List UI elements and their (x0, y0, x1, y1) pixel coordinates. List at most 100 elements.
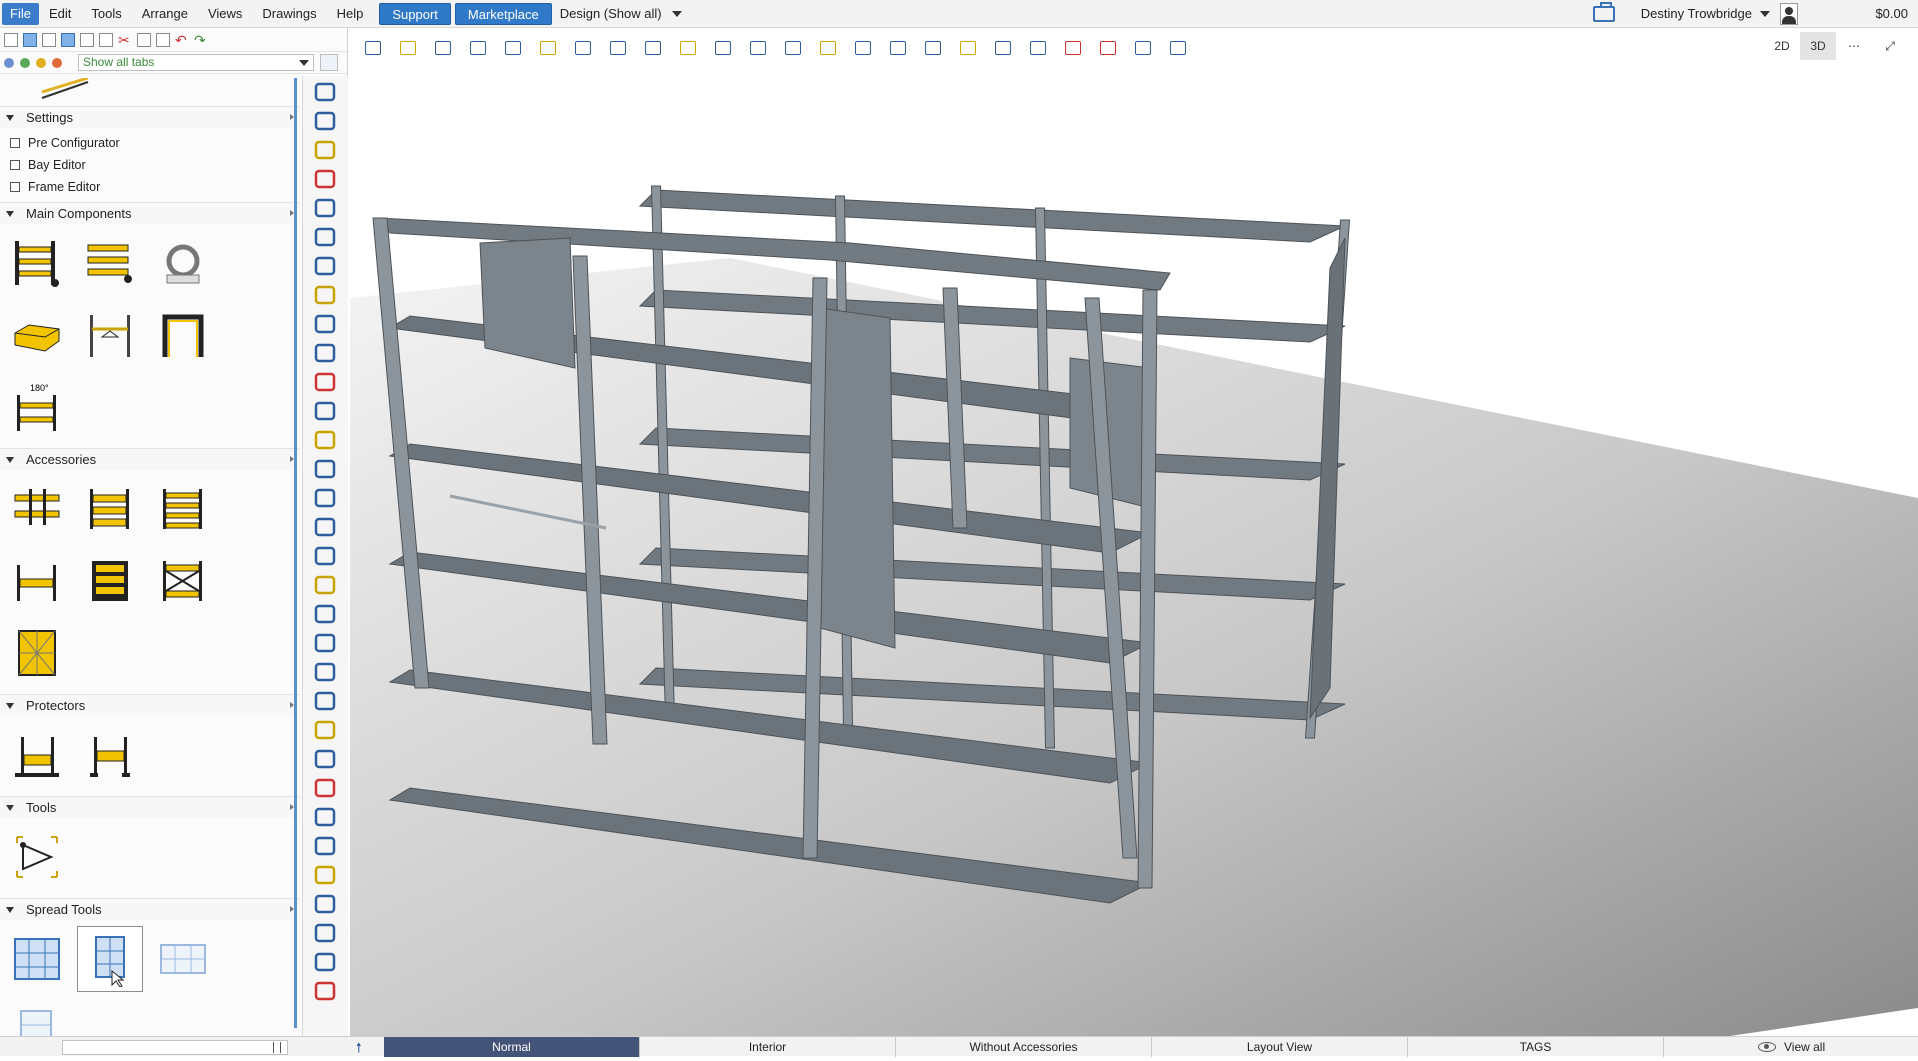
pipe-icon[interactable] (309, 485, 341, 511)
fit-page-icon[interactable] (360, 36, 386, 60)
menu-views[interactable]: Views (198, 0, 252, 28)
rear-shelf[interactable] (638, 189, 1346, 243)
spread-tool-extra[interactable] (4, 998, 70, 1036)
menu-edit[interactable]: Edit (39, 0, 81, 28)
menu-help[interactable]: Help (327, 0, 374, 28)
pdf-icon[interactable] (309, 746, 341, 772)
avatar[interactable] (1780, 2, 1798, 25)
person-icon[interactable] (309, 253, 341, 279)
delete-icon[interactable] (1060, 36, 1086, 60)
expand-arrows-icon[interactable] (640, 36, 666, 60)
section-accessories[interactable]: Accessories (0, 448, 300, 470)
side-panel-accessory[interactable] (150, 476, 216, 542)
tab-normal[interactable]: Normal (384, 1037, 640, 1057)
back-panel[interactable] (819, 307, 896, 649)
ring-icon[interactable] (309, 891, 341, 917)
collapse-triangle-icon[interactable] (6, 804, 14, 811)
user-name[interactable]: Destiny Trowbridge (1641, 6, 1752, 21)
align-icon[interactable] (850, 36, 876, 60)
hanger-rail-component[interactable] (77, 302, 143, 368)
shelving-3d-scene[interactable] (350, 28, 1918, 1036)
zoom-in-icon[interactable] (465, 36, 491, 60)
resize-icon[interactable] (1025, 36, 1051, 60)
tab-interior[interactable]: Interior (640, 1037, 896, 1057)
search-icon[interactable] (309, 862, 341, 888)
paste-icon[interactable] (156, 32, 170, 47)
copy-icon[interactable] (137, 32, 151, 47)
zoom-window-icon[interactable] (535, 36, 561, 60)
house-icon[interactable] (309, 369, 341, 395)
back-panel-accessory[interactable] (77, 476, 143, 542)
open-folder-icon[interactable] (23, 32, 37, 47)
cross-brace-accessory[interactable] (150, 548, 216, 614)
tool-icon[interactable] (309, 833, 341, 859)
book-icon[interactable] (309, 978, 341, 1004)
briefcase-icon[interactable] (1592, 1, 1615, 22)
shelf-levels-add-component[interactable] (77, 230, 143, 296)
panel-layout-icon[interactable] (320, 54, 338, 71)
marketplace-button[interactable]: Marketplace (454, 2, 552, 25)
view-options-icon[interactable]: ⋯ (1836, 32, 1872, 60)
expand-icon[interactable]: ⤢ (1872, 32, 1908, 60)
collapse-triangle-icon[interactable] (6, 456, 14, 463)
base-shelf-accessory[interactable] (4, 548, 70, 614)
spread-tool-faded[interactable] (150, 926, 216, 992)
boot-icon[interactable] (309, 659, 341, 685)
frame-protector-left[interactable] (4, 722, 70, 788)
catalog-scrollbar[interactable] (294, 78, 297, 1028)
pen-icon[interactable] (309, 601, 341, 627)
cable-reel-component[interactable] (150, 230, 216, 296)
redo-icon[interactable]: ↷ (194, 33, 208, 47)
collapse-triangle-icon[interactable] (6, 702, 14, 709)
portal-frame-component[interactable] (150, 302, 216, 368)
settings-bay-editor[interactable]: Bay Editor (10, 154, 300, 176)
list-icon[interactable] (309, 688, 341, 714)
collapse-triangle-icon[interactable] (6, 114, 14, 121)
view-2d-button[interactable]: 2D (1764, 32, 1800, 60)
spread-tool-middle[interactable] (77, 926, 143, 992)
command-input[interactable] (62, 1040, 288, 1055)
monitor-icon[interactable] (309, 398, 341, 424)
filter-orange-icon[interactable] (52, 57, 62, 68)
filter-yellow-icon[interactable] (36, 57, 46, 68)
view-all-button[interactable]: View all (1758, 1037, 1825, 1057)
beta-icon[interactable] (309, 543, 341, 569)
menu-drawings[interactable]: Drawings (252, 0, 326, 28)
magnet-icon[interactable] (309, 340, 341, 366)
cube-icon[interactable] (309, 949, 341, 975)
section-spread-tools[interactable]: Spread Tools (0, 898, 300, 920)
measure-point-icon[interactable] (990, 36, 1016, 60)
cut-icon[interactable]: ✂ (118, 33, 132, 47)
filter-blue-icon[interactable] (4, 57, 14, 68)
link-icon[interactable] (1165, 36, 1191, 60)
settings-frame-editor[interactable]: Frame Editor (10, 176, 300, 198)
drawer-unit-accessory[interactable] (77, 548, 143, 614)
frame-protector-right[interactable] (77, 722, 143, 788)
print-preview-icon[interactable] (80, 32, 94, 47)
beta-badge-icon[interactable] (309, 804, 341, 830)
add-person-icon[interactable] (309, 224, 341, 250)
rotate-180-component[interactable]: 180° (4, 374, 70, 440)
tabs-up-arrow-icon[interactable]: 🠕 (356, 1039, 362, 1061)
bin-tray-component[interactable] (4, 302, 70, 368)
collapse-triangle-icon[interactable] (6, 906, 14, 913)
mesh-door-accessory[interactable] (4, 620, 70, 686)
ruler-icon[interactable] (1130, 36, 1156, 60)
vault-icon[interactable] (309, 166, 341, 192)
fit-width-icon[interactable] (395, 36, 421, 60)
glove-icon[interactable] (309, 630, 341, 656)
section-settings[interactable]: Settings (0, 106, 300, 128)
mirror-icon[interactable] (815, 36, 841, 60)
user-menu-chevron-icon[interactable] (1760, 10, 1770, 17)
tools-icon[interactable] (309, 195, 341, 221)
tire-icon[interactable] (309, 456, 341, 482)
filter-green-icon[interactable] (20, 57, 30, 68)
scissor-pink-icon[interactable] (1095, 36, 1121, 60)
menu-arrange[interactable]: Arrange (132, 0, 198, 28)
stack-icon[interactable] (309, 572, 341, 598)
pan-hand-icon[interactable] (570, 36, 596, 60)
tab-layout-view[interactable]: Layout View (1152, 1037, 1408, 1057)
box-icon[interactable] (309, 137, 341, 163)
pallet-rack-icon[interactable] (309, 108, 341, 134)
back-panel[interactable] (479, 237, 576, 369)
